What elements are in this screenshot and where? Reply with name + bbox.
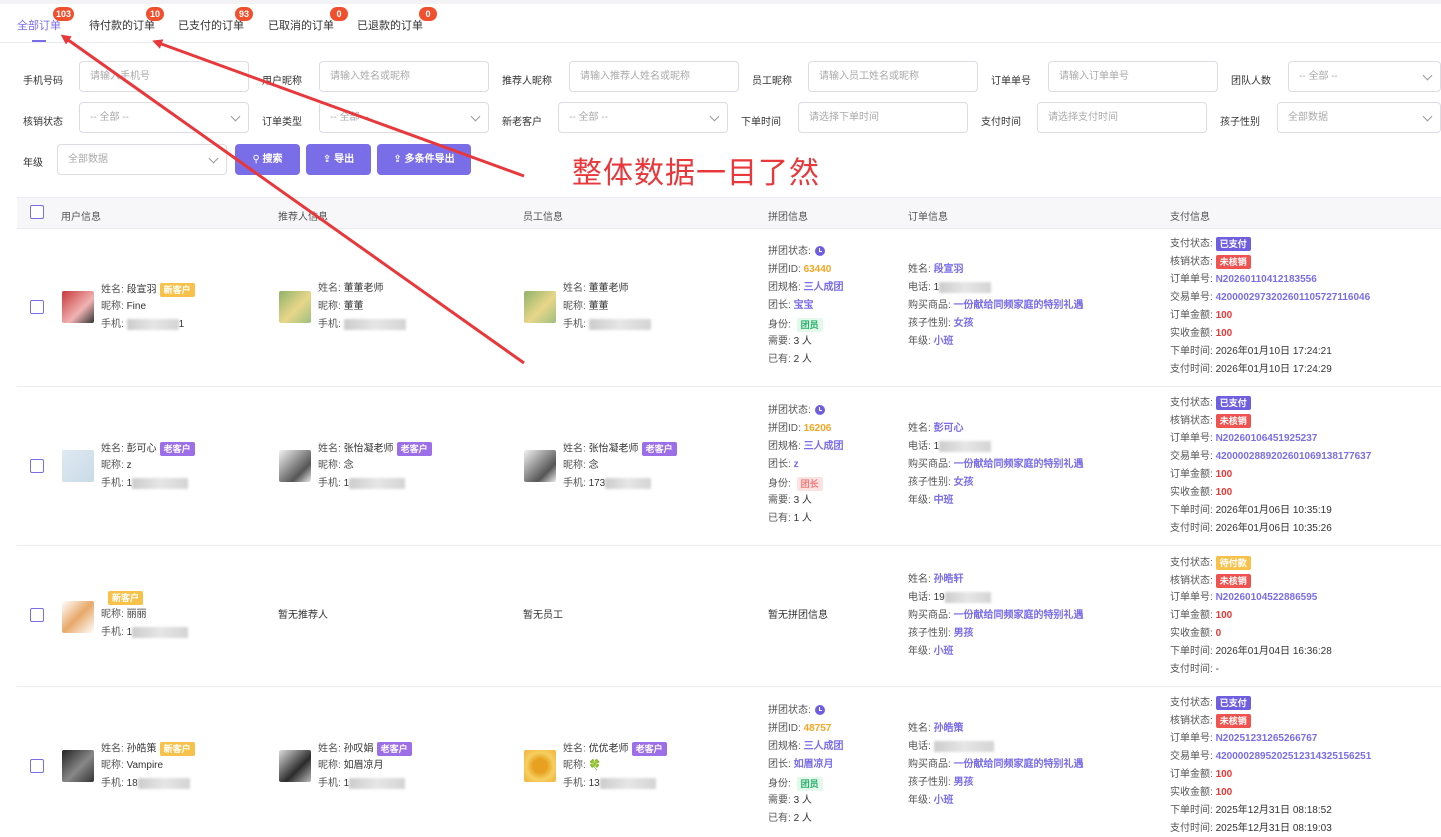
annotation-text: 整体数据一目了然	[572, 157, 820, 190]
annotation-arrow	[60, 34, 525, 365]
annotation-arrows	[60, 34, 525, 365]
annotation-arrow	[152, 39, 525, 178]
